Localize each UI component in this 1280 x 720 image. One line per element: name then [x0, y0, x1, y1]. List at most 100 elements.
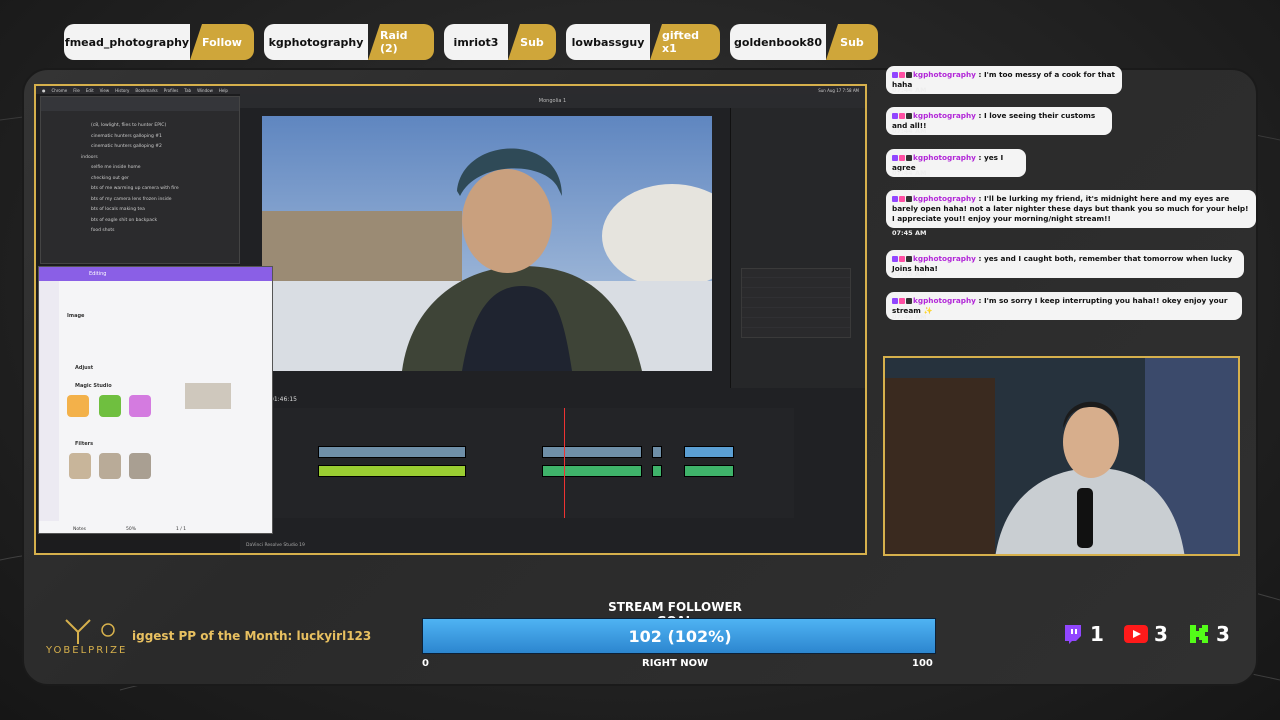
youtube-icon [1124, 625, 1148, 643]
video-viewer[interactable] [262, 116, 712, 371]
menu-item[interactable]: Profiles [164, 88, 179, 93]
alert-event: gifted x1 [650, 24, 720, 60]
section-label[interactable]: Adjust [75, 365, 93, 371]
chrome-tabbar [41, 97, 239, 111]
kick-viewers: 3 [1188, 622, 1230, 646]
chat-timestamp: 07:44 AM [892, 86, 927, 94]
badge-icon [899, 72, 905, 78]
video-clip[interactable] [684, 446, 734, 458]
playhead[interactable] [564, 408, 565, 518]
thumbnail[interactable] [129, 395, 151, 417]
chat-separator: : [975, 296, 984, 305]
badge-icon [892, 298, 898, 304]
chat-username[interactable]: kgphotography [913, 296, 976, 305]
chat-timestamp: 07:44 AM [892, 169, 927, 177]
section-label: Magic Studio [75, 383, 112, 389]
ticker-text: iggest PP of the Month: luckyirl123 [132, 629, 372, 643]
audio-clip[interactable] [318, 465, 466, 477]
alert-pill-gifted: lowbassguy gifted x1 [566, 24, 720, 60]
viewer-count: 3 [1154, 622, 1168, 646]
menu-item[interactable]: Bookmarks [135, 88, 157, 93]
badge-icon [892, 155, 898, 161]
chat-message: kgphotography : yes and I caught both, r… [886, 250, 1244, 278]
list-item: bts of my camera lens frozen inside [91, 196, 172, 202]
goal-progress-bar: 102 (102%) [422, 618, 936, 654]
viewer-count: 1 [1090, 622, 1104, 646]
list-item: indoors [81, 154, 98, 160]
filter-thumb[interactable] [69, 453, 91, 479]
chat-username[interactable]: kgphotography [913, 70, 976, 79]
alert-pill-sub: imriot3 Sub [444, 24, 556, 60]
filter-thumb[interactable] [99, 453, 121, 479]
menu-item[interactable]: Help [219, 88, 228, 93]
menu-item[interactable]: File [73, 88, 80, 93]
alert-name: lowbassguy [566, 24, 650, 60]
list-item: cinematic hunters galloping #2 [91, 144, 162, 149]
section-label: Image [67, 313, 85, 319]
twitch-viewers: 1 [1062, 622, 1104, 646]
menu-item[interactable]: History [115, 88, 129, 93]
timeline-timecode: 01:46:15 [270, 396, 297, 403]
alert-pill-sub-2: goldenbook80 Sub [730, 24, 878, 60]
timeline-tracks[interactable] [274, 408, 794, 518]
goal-max: 100 [912, 658, 933, 669]
audio-clip[interactable] [684, 465, 734, 477]
chat-timestamp: 07:45 AM [892, 229, 927, 237]
webcam-frame [885, 358, 1238, 554]
goal-value: 102 (102%) [628, 627, 732, 646]
thumbnail[interactable] [67, 395, 89, 417]
chat-username[interactable]: kgphotography [913, 254, 976, 263]
alert-name: fmead_photography [64, 24, 190, 60]
list-item: food shots [91, 228, 115, 233]
chat-timestamp: 07:44 AM [892, 127, 927, 135]
chat-username[interactable]: kgphotography [913, 153, 976, 162]
canva-window: Editing Image Adjust Magic Studio Filter… [38, 266, 273, 534]
mac-menubar: ● Chrome File Edit View History Bookmark… [36, 86, 865, 94]
page-count: 1 / 1 [176, 526, 187, 532]
chat-username[interactable]: kgphotography [913, 194, 976, 203]
chat-separator: : [975, 254, 984, 263]
resolve-footer: DaVinci Resolve Studio 19 [246, 543, 305, 548]
badge-icon [899, 196, 905, 202]
chat-timestamp: 07:46 AM [892, 270, 927, 278]
canvas-image[interactable] [185, 383, 231, 409]
menu-item[interactable]: Edit [86, 88, 94, 93]
chat-username[interactable]: kgphotography [913, 111, 976, 120]
canva-toolbar: Editing [39, 267, 272, 281]
list-item: bts of me warming up camera with fire [91, 186, 179, 191]
youtube-viewers: 3 [1124, 622, 1168, 646]
menubar-clock: Sun Aug 17 7:58 AM [818, 87, 859, 93]
video-clip[interactable] [318, 446, 466, 458]
video-clip[interactable] [652, 446, 662, 458]
section-label: Filters [75, 441, 94, 447]
alert-name: goldenbook80 [730, 24, 826, 60]
menu-item[interactable]: Window [197, 88, 213, 93]
list-item: checking out ger [91, 175, 129, 181]
canva-footer: Notes 50% 1 / 1 [39, 523, 239, 533]
list-item: bts of locals making tea [91, 207, 145, 212]
webcam-feed [883, 356, 1240, 556]
video-clip[interactable] [542, 446, 642, 458]
audio-clip[interactable] [652, 465, 662, 477]
badge-icon [906, 256, 912, 262]
audio-clip[interactable] [542, 465, 642, 477]
menu-item[interactable]: Tab [184, 88, 191, 93]
alert-pill-raid: kgphotography Raid (2) [264, 24, 434, 60]
chrome-notes-window: (c8, lowlight, flies to hunter EPIC) cin… [40, 96, 240, 264]
menu-item[interactable]: Chrome [52, 88, 68, 93]
list-item: bts of eagle shit on backpack [91, 217, 158, 223]
badge-icon [899, 113, 905, 119]
list-item: (c8, lowlight, flies to hunter EPIC) [91, 123, 167, 128]
filter-thumb[interactable] [129, 453, 151, 479]
notes-button[interactable]: Notes [73, 527, 86, 532]
kick-icon [1190, 625, 1208, 643]
zoom-level[interactable]: 50% [126, 527, 136, 532]
badge-icon [899, 298, 905, 304]
alert-event: Sub [508, 24, 556, 60]
inspector-panel [730, 108, 865, 388]
badge-icon [906, 298, 912, 304]
canva-sidebar [39, 281, 59, 521]
screen-capture: ● Chrome File Edit View History Bookmark… [34, 84, 867, 555]
thumbnail[interactable] [99, 395, 121, 417]
menu-item[interactable]: View [100, 88, 110, 93]
